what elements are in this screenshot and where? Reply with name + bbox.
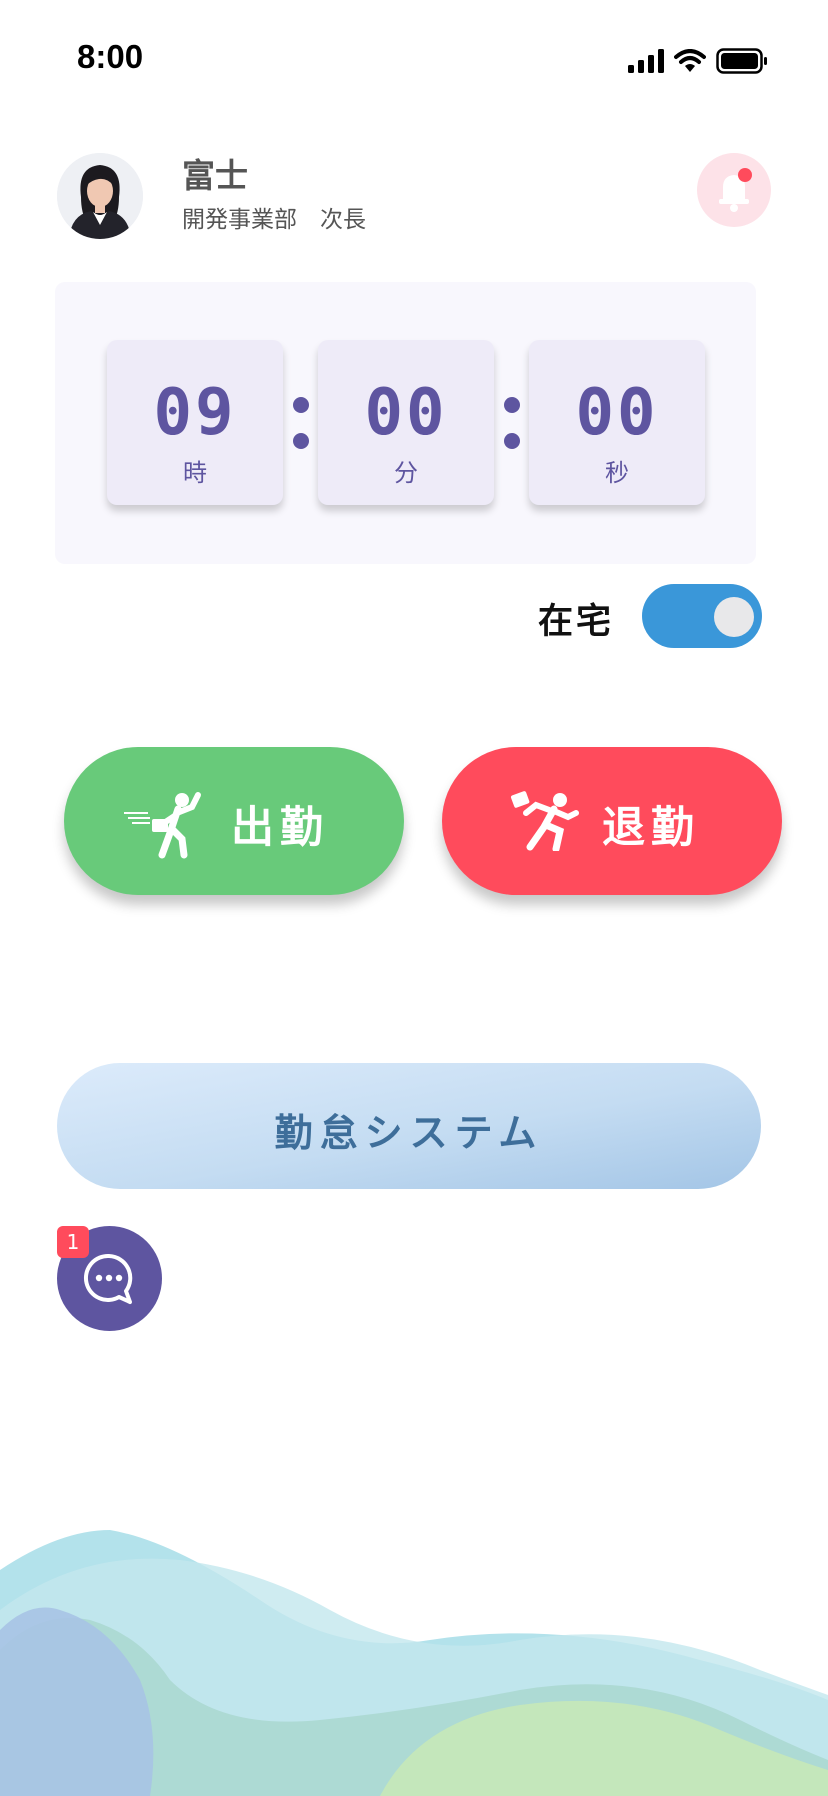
notification-button[interactable] (697, 153, 771, 227)
seconds-value: 00 (575, 376, 659, 450)
notification-dot (738, 168, 752, 182)
hours-card: 09 時 (107, 340, 283, 505)
user-name: 富士 (182, 156, 248, 195)
clock-in-runner-icon (124, 792, 201, 859)
decorative-waves (0, 1530, 828, 1796)
colon-dot (504, 397, 520, 413)
status-icons (628, 46, 768, 76)
bell-icon (719, 175, 749, 212)
remote-work-toggle[interactable] (642, 584, 762, 648)
attendance-system-button[interactable]: 勤怠システム (57, 1063, 761, 1189)
minutes-label: 分 (394, 459, 418, 487)
colon-dot (293, 397, 309, 413)
colon-dot (293, 433, 309, 449)
clock-out-runner-icon (510, 791, 579, 851)
minutes-card: 00 分 (318, 340, 494, 505)
seconds-label: 秒 (605, 459, 629, 487)
status-time: 8:00 (77, 38, 144, 75)
clock-in-button[interactable]: 出勤 (64, 747, 404, 895)
attendance-system-label: 勤怠システム (274, 1111, 544, 1155)
avatar[interactable] (57, 153, 143, 239)
wifi-icon (674, 49, 706, 72)
hours-label: 時 (183, 459, 207, 487)
battery-icon (716, 48, 767, 74)
clock-out-button[interactable]: 退勤 (442, 747, 782, 895)
toggle-knob (714, 597, 754, 637)
seconds-card: 00 秒 (529, 340, 705, 505)
remote-work-label: 在宅 (538, 602, 615, 642)
hours-value: 09 (153, 376, 237, 450)
signal-icon (628, 49, 664, 73)
colon-dot (504, 433, 520, 449)
user-department: 開発事業部 次長 (182, 207, 366, 233)
minutes-value: 00 (364, 376, 448, 450)
clock-out-label: 退勤 (602, 803, 700, 853)
clock-in-label: 出勤 (231, 803, 329, 853)
chat-badge: 1 (57, 1226, 89, 1258)
